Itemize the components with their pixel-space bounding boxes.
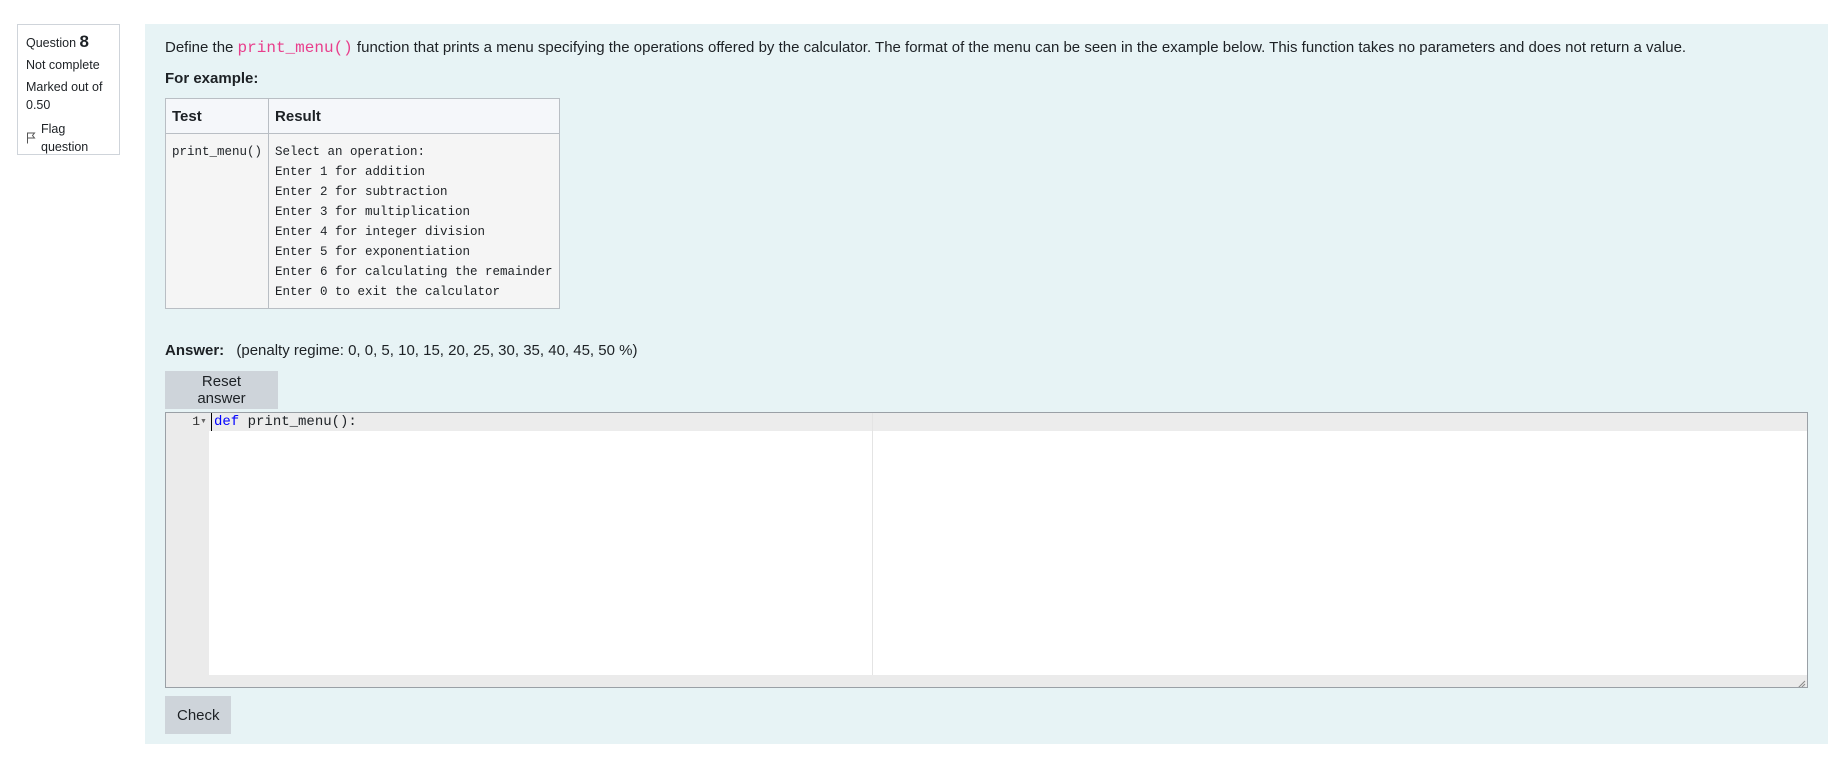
result-line: Enter 3 for multiplication xyxy=(275,205,471,219)
reset-answer-button[interactable]: Reset answer xyxy=(165,371,278,409)
editor-scrollbar[interactable] xyxy=(166,675,1807,687)
code-line[interactable]: def print_menu(): xyxy=(211,413,357,431)
result-line: Enter 4 for integer division xyxy=(275,225,486,239)
result-line: Enter 2 for subtraction xyxy=(275,185,448,199)
code-editor[interactable]: 1 ▼ def print_menu(): xyxy=(165,412,1808,688)
result-cell: Select an operation: Enter 1 for additio… xyxy=(268,133,560,309)
flag-question-label: Flag question xyxy=(41,122,89,154)
code-text: print_menu(): xyxy=(239,414,357,430)
table-row: print_menu() Select an operation: Enter … xyxy=(164,133,560,309)
grade-label: Marked out of xyxy=(26,80,103,94)
penalty-regime: (penalty regime: 0, 0, 5, 10, 15, 20, 25… xyxy=(236,342,638,359)
question-number-line: Question 8 xyxy=(26,33,111,52)
result-line: Enter 6 for calculating the remainder xyxy=(275,265,553,279)
examples-header-row: Test Result xyxy=(164,98,560,134)
grade-value: 0.50 xyxy=(26,98,51,112)
question-text: Define the print_menu() function that pr… xyxy=(165,37,1686,59)
result-column-header: Result xyxy=(268,98,560,134)
flag-question-link[interactable]: Flag question xyxy=(26,120,111,156)
for-example-label: For example: xyxy=(165,70,259,87)
test-column-header: Test xyxy=(164,98,270,134)
editor-gutter xyxy=(166,413,209,675)
result-line: Select an operation: xyxy=(275,145,426,159)
fold-arrow-icon[interactable]: ▼ xyxy=(200,418,207,425)
question-info: Question 8 Not complete Marked out of 0.… xyxy=(17,24,120,155)
examples-table: Test Result print_menu() Select an opera… xyxy=(164,98,560,309)
question-grade: Marked out of 0.50 xyxy=(26,78,111,114)
code-keyword: def xyxy=(214,414,240,430)
question-state: Not complete xyxy=(26,58,100,72)
function-name-code: print_menu() xyxy=(237,39,353,57)
print-margin xyxy=(872,413,873,675)
question-number: 8 xyxy=(79,32,89,51)
resize-handle-icon[interactable] xyxy=(1796,676,1806,687)
line-number: 1 xyxy=(192,414,200,429)
check-button[interactable]: Check xyxy=(165,696,231,734)
question-content: Define the print_menu() function that pr… xyxy=(145,24,1828,744)
active-line-highlight xyxy=(209,413,1807,431)
result-line: Enter 5 for exponentiation xyxy=(275,245,471,259)
test-cell: print_menu() xyxy=(164,133,270,309)
question-text-before: Define the xyxy=(165,39,238,56)
question-text-after: function that prints a menu specifying t… xyxy=(352,39,1687,56)
answer-label: Answer: xyxy=(165,342,225,359)
result-line: Enter 0 to exit the calculator xyxy=(275,285,501,299)
result-line: Enter 1 for addition xyxy=(275,165,426,179)
question-label: Question xyxy=(26,36,77,50)
flag-icon xyxy=(26,132,36,144)
answer-heading: Answer: (penalty regime: 0, 0, 5, 10, 15… xyxy=(165,342,637,359)
